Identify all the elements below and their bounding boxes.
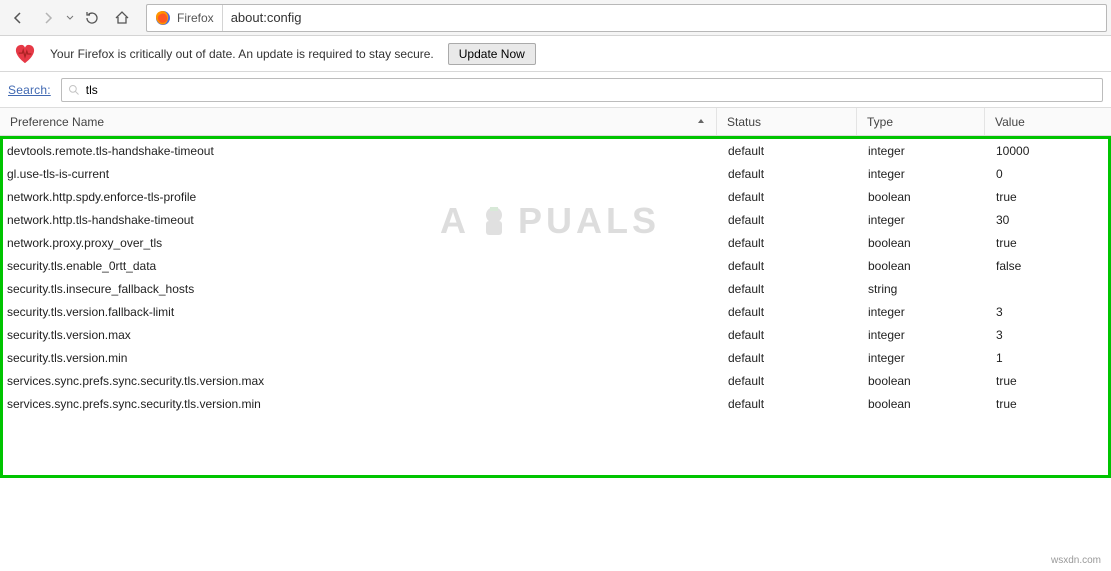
cell-status: default [720,351,860,365]
column-label-value: Value [995,115,1025,129]
table-row[interactable]: network.http.tls-handshake-timeoutdefaul… [3,208,1108,231]
heart-icon [14,44,36,64]
cell-value: true [988,374,1108,388]
back-button[interactable] [4,4,32,32]
cell-value: 1 [988,351,1108,365]
home-button[interactable] [108,4,136,32]
cell-status: default [720,190,860,204]
search-label: Search: [8,83,51,97]
cell-type: integer [860,144,988,158]
table-row[interactable]: services.sync.prefs.sync.security.tls.ve… [3,392,1108,415]
warning-text: Your Firefox is critically out of date. … [50,47,434,61]
reload-button[interactable] [78,4,106,32]
cell-value: true [988,236,1108,250]
cell-status: default [720,328,860,342]
cell-name: security.tls.enable_0rtt_data [3,259,720,273]
table-row[interactable]: services.sync.prefs.sync.security.tls.ve… [3,369,1108,392]
history-dropdown[interactable] [64,4,76,32]
sort-asc-icon [696,115,706,129]
cell-value: false [988,259,1108,273]
search-container[interactable] [61,78,1103,102]
cell-status: default [720,374,860,388]
cell-name: security.tls.version.max [3,328,720,342]
cell-name: security.tls.version.fallback-limit [3,305,720,319]
cell-type: boolean [860,259,988,273]
cell-type: boolean [860,236,988,250]
cell-name: gl.use-tls-is-current [3,167,720,181]
cell-name: devtools.remote.tls-handshake-timeout [3,144,720,158]
cell-type: string [860,282,988,296]
forward-button[interactable] [34,4,62,32]
cell-status: default [720,167,860,181]
cell-name: security.tls.version.min [3,351,720,365]
cell-type: integer [860,213,988,227]
credit: wsxdn.com [1047,554,1105,567]
cell-value: 10000 [988,144,1108,158]
chevron-down-icon [66,14,74,22]
cell-name: network.proxy.proxy_over_tls [3,236,720,250]
column-header-value[interactable]: Value [985,108,1111,135]
cell-name: security.tls.insecure_fallback_hosts [3,282,720,296]
reload-icon [84,10,100,26]
cell-status: default [720,282,860,296]
cell-name: network.http.spdy.enforce-tls-profile [3,190,720,204]
identity-label: Firefox [177,11,214,25]
search-input[interactable] [86,83,1096,97]
column-header-status[interactable]: Status [717,108,857,135]
cell-value: 0 [988,167,1108,181]
cell-status: default [720,236,860,250]
cell-value: 3 [988,305,1108,319]
cell-value: true [988,397,1108,411]
cell-status: default [720,213,860,227]
table-row[interactable]: security.tls.version.maxdefaultinteger3 [3,323,1108,346]
forward-icon [40,10,56,26]
cell-type: boolean [860,374,988,388]
cell-type: integer [860,305,988,319]
cell-type: integer [860,328,988,342]
column-label-type: Type [867,115,893,129]
column-header-type[interactable]: Type [857,108,985,135]
update-now-button[interactable]: Update Now [448,43,536,65]
search-icon [68,84,80,96]
site-identity[interactable]: Firefox [147,5,223,31]
search-row: Search: [0,72,1111,108]
cell-type: boolean [860,397,988,411]
cell-value: true [988,190,1108,204]
cell-type: integer [860,351,988,365]
cell-value: 30 [988,213,1108,227]
column-label-name: Preference Name [10,115,104,129]
table-row[interactable]: security.tls.version.mindefaultinteger1 [3,346,1108,369]
cell-type: integer [860,167,988,181]
table-row[interactable]: network.http.spdy.enforce-tls-profiledef… [3,185,1108,208]
results-outline: devtools.remote.tls-handshake-timeoutdef… [0,136,1111,478]
url-input[interactable] [223,10,1106,25]
cell-status: default [720,305,860,319]
back-icon [10,10,26,26]
table-row[interactable]: security.tls.enable_0rtt_datadefaultbool… [3,254,1108,277]
cell-status: default [720,259,860,273]
warning-bar: Your Firefox is critically out of date. … [0,36,1111,72]
column-label-status: Status [727,115,761,129]
cell-status: default [720,144,860,158]
results-list: devtools.remote.tls-handshake-timeoutdef… [3,139,1108,415]
cell-type: boolean [860,190,988,204]
table-row[interactable]: security.tls.insecure_fallback_hostsdefa… [3,277,1108,300]
cell-value: 3 [988,328,1108,342]
browser-toolbar: Firefox [0,0,1111,36]
home-icon [114,10,130,26]
table-row[interactable]: gl.use-tls-is-currentdefaultinteger0 [3,162,1108,185]
firefox-icon [155,10,171,26]
cell-name: services.sync.prefs.sync.security.tls.ve… [3,374,720,388]
urlbar[interactable]: Firefox [146,4,1107,32]
table-row[interactable]: network.proxy.proxy_over_tlsdefaultboole… [3,231,1108,254]
cell-name: network.http.tls-handshake-timeout [3,213,720,227]
column-header-name[interactable]: Preference Name [0,108,717,135]
cell-name: services.sync.prefs.sync.security.tls.ve… [3,397,720,411]
table-row[interactable]: security.tls.version.fallback-limitdefau… [3,300,1108,323]
table-header: Preference Name Status Type Value [0,108,1111,136]
cell-status: default [720,397,860,411]
table-row[interactable]: devtools.remote.tls-handshake-timeoutdef… [3,139,1108,162]
